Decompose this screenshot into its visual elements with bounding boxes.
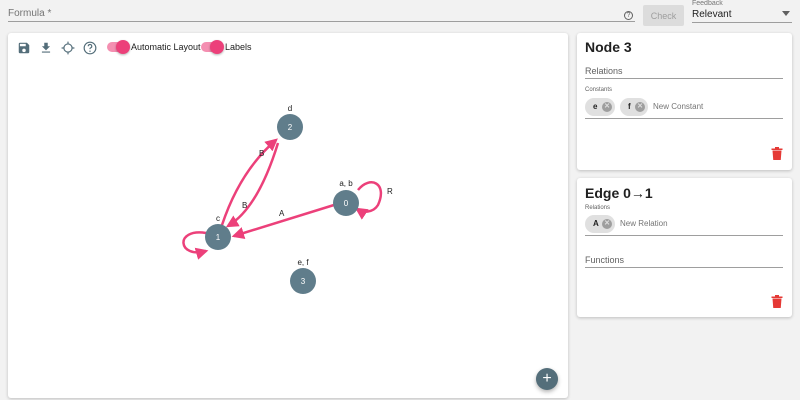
close-icon[interactable]: ✕ — [602, 102, 612, 112]
edge-label-0-1: A — [279, 209, 285, 218]
graph-panel: B B A R 0 a, b 1 c 2 d 3 e, f Automatic … — [8, 33, 568, 398]
labels-toggle-label: Labels — [225, 42, 252, 52]
graph-canvas[interactable]: B B A R 0 a, b 1 c 2 d 3 e, f — [8, 33, 568, 398]
functions-input[interactable] — [585, 267, 783, 268]
save-icon[interactable] — [17, 41, 31, 55]
edge-2-1[interactable] — [225, 142, 280, 228]
relations-input-underline — [585, 235, 783, 236]
add-node-button[interactable]: + — [536, 368, 558, 390]
help-icon[interactable] — [83, 41, 97, 55]
chip-label: A — [593, 219, 599, 228]
constants-field-label: Constants — [585, 87, 613, 93]
edge-label-0-0: R — [387, 187, 393, 196]
node-id: 3 — [301, 277, 306, 286]
feedback-select-label: Feedback — [692, 0, 723, 7]
graph-node[interactable]: 3 e, f — [290, 258, 316, 294]
toggle-knob — [116, 40, 130, 54]
edge-1-2[interactable] — [220, 138, 278, 226]
chip-label: e — [593, 102, 598, 111]
formula-help-icon[interactable]: ? — [624, 11, 633, 20]
delete-edge-trash-icon[interactable] — [771, 295, 783, 309]
edge-card: Edge 0→1 Relations A ✕ New Relation Func… — [577, 178, 792, 317]
automatic-layout-toggle[interactable] — [107, 40, 130, 54]
functions-field-label: Functions — [585, 255, 625, 265]
edge-label-2-1: B — [242, 201, 247, 210]
relations-input[interactable] — [585, 78, 783, 79]
graph-node[interactable]: 2 d — [277, 104, 303, 140]
close-icon[interactable]: ✕ — [635, 102, 645, 112]
formula-input-label: Formula * — [8, 8, 52, 19]
chevron-down-icon[interactable] — [782, 11, 790, 16]
formula-input[interactable] — [8, 21, 635, 22]
node-constants: c — [216, 214, 220, 223]
download-icon[interactable] — [39, 41, 53, 55]
constants-input-underline — [585, 118, 783, 119]
top-bar: Formula * ? Check Feedback Relevant — [0, 0, 800, 30]
delete-node-trash-icon[interactable] — [771, 147, 783, 161]
toggle-knob — [210, 40, 224, 54]
labels-toggle[interactable] — [201, 40, 224, 54]
chip-label: f — [628, 102, 631, 111]
edge-card-title: Edge 0→1 — [585, 185, 653, 201]
automatic-layout-label: Automatic Layout — [131, 42, 201, 52]
crosshair-icon[interactable] — [61, 41, 75, 55]
node-id: 1 — [216, 233, 221, 242]
new-relation-input[interactable]: New Relation — [620, 219, 668, 228]
graph-node[interactable]: 1 c — [205, 214, 231, 250]
feedback-select[interactable]: Relevant — [692, 9, 731, 20]
feedback-select-underline — [692, 22, 792, 23]
relation-chip[interactable]: A ✕ — [585, 215, 615, 233]
node-id: 0 — [344, 199, 349, 208]
check-button[interactable]: Check — [643, 5, 684, 26]
edge-1-1[interactable] — [182, 231, 209, 260]
node-constants: e, f — [297, 258, 309, 267]
edge-relations-label: Relations — [585, 205, 611, 211]
node-constants: a, b — [339, 179, 353, 188]
constant-chip[interactable]: f ✕ — [620, 98, 648, 116]
relations-field-label: Relations — [585, 66, 623, 76]
edge-label-1-2: B — [259, 149, 264, 158]
constant-chip[interactable]: e ✕ — [585, 98, 615, 116]
node-card-title: Node 3 — [585, 39, 632, 55]
new-constant-input[interactable]: New Constant — [653, 102, 703, 111]
close-icon[interactable]: ✕ — [602, 219, 612, 229]
node-card: Node 3 Relations Constants e ✕ f ✕ New C… — [577, 33, 792, 170]
node-constants: d — [288, 104, 292, 113]
node-id: 2 — [288, 123, 293, 132]
graph-node[interactable]: 0 a, b — [333, 179, 359, 216]
edge-0-0[interactable] — [354, 181, 383, 220]
